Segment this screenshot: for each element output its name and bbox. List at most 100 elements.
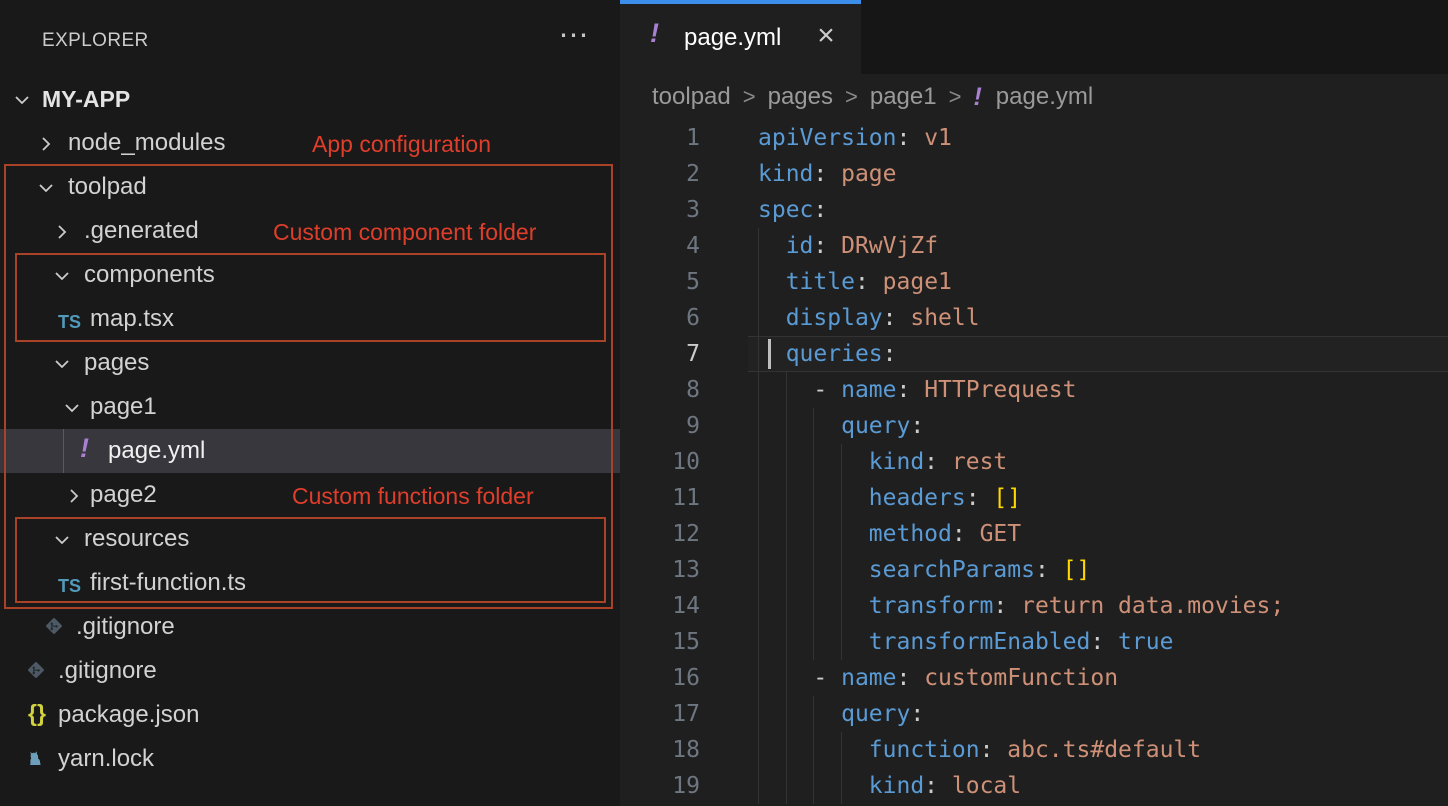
code-line-12[interactable]: 12 method: GET [620, 516, 1448, 552]
item-label: package.json [58, 701, 199, 729]
explorer-title: EXPLORER [42, 30, 149, 52]
tab-bar: ! page.yml × [620, 0, 1448, 74]
item-label: toolpad [68, 173, 147, 201]
git-icon [44, 616, 64, 636]
item-label: node_modules [68, 129, 225, 157]
tree-item-resources[interactable]: resources [0, 517, 620, 561]
breadcrumb: toolpad>pages>page1>!page.yml [652, 74, 1093, 120]
item-label: page.yml [108, 437, 205, 465]
line-number: 11 [620, 480, 700, 516]
tab-label: page.yml [684, 24, 781, 52]
line-number: 15 [620, 624, 700, 660]
code-line-14[interactable]: 14 transform: return data.movies; [620, 588, 1448, 624]
tree-item-page-yml[interactable]: ! page.yml [0, 429, 620, 473]
code-line-9[interactable]: 9 query: [620, 408, 1448, 444]
code-line-13[interactable]: 13 searchParams: [] [620, 552, 1448, 588]
tree-item-page2[interactable]: page2 Custom functions folder [0, 473, 620, 517]
code-editor[interactable]: 1apiVersion: v12kind: page3spec:4 id: DR… [620, 120, 1448, 806]
breadcrumb-separator-icon: > [937, 84, 974, 110]
line-number: 14 [620, 588, 700, 624]
more-actions-icon[interactable]: ⋯ [552, 18, 596, 54]
line-number: 8 [620, 372, 700, 408]
code-line-2[interactable]: 2kind: page [620, 156, 1448, 192]
line-number: 4 [620, 228, 700, 264]
yaml-file-icon: ! [650, 18, 659, 49]
code-line-17[interactable]: 17 query: [620, 696, 1448, 732]
line-number: 17 [620, 696, 700, 732]
breadcrumb-pages[interactable]: pages [768, 83, 833, 111]
chevron-down-icon [36, 178, 56, 198]
chevron-down-icon [52, 266, 72, 286]
explorer-header: EXPLORER ⋯ [0, 0, 620, 64]
breadcrumb-page.yml[interactable]: page.yml [996, 83, 1093, 111]
tree-item-page1[interactable]: page1 [0, 385, 620, 429]
git-icon [26, 660, 46, 680]
breadcrumb-separator-icon: > [833, 84, 870, 110]
code-line-18[interactable]: 18 function: abc.ts#default [620, 732, 1448, 768]
item-label: pages [84, 349, 149, 377]
code-line-19[interactable]: 19 kind: local [620, 768, 1448, 804]
tree-item-yarn-lock[interactable]: yarn.lock [0, 737, 620, 781]
tree-item--generated[interactable]: .generatedCustom component folder [0, 209, 620, 253]
code-line-15[interactable]: 15 transformEnabled: true [620, 624, 1448, 660]
item-label: components [84, 261, 215, 289]
typescript-icon: TS [58, 576, 80, 598]
chevron-right-icon [64, 486, 84, 506]
chevron-down-icon [12, 90, 32, 110]
tab-page-yml[interactable]: ! page.yml × [620, 0, 861, 74]
chevron-right-icon [52, 222, 72, 242]
json-icon: {} [28, 700, 50, 722]
code-line-8[interactable]: 8 - name: HTTPrequest [620, 372, 1448, 408]
breadcrumb-separator-icon: > [731, 84, 768, 110]
line-number: 7 [620, 336, 700, 372]
code-line-5[interactable]: 5 title: page1 [620, 264, 1448, 300]
item-label: map.tsx [90, 305, 174, 333]
yarn-icon [26, 748, 46, 768]
line-number: 16 [620, 660, 700, 696]
line-number: 10 [620, 444, 700, 480]
code-line-6[interactable]: 6 display: shell [620, 300, 1448, 336]
tree-item-toolpad[interactable]: toolpad [0, 165, 620, 209]
tab-close-icon[interactable]: × [808, 18, 844, 54]
red-annotation-text: Custom component folder [273, 219, 536, 246]
line-number: 13 [620, 552, 700, 588]
code-line-1[interactable]: 1apiVersion: v1 [620, 120, 1448, 156]
code-line-10[interactable]: 10 kind: rest [620, 444, 1448, 480]
tree-item-package-json[interactable]: {} package.json [0, 693, 620, 737]
chevron-down-icon [52, 354, 72, 374]
line-number: 1 [620, 120, 700, 156]
tree-item-first-function-ts[interactable]: TS first-function.ts [0, 561, 620, 605]
code-line-3[interactable]: 3spec: [620, 192, 1448, 228]
chevron-down-icon [62, 398, 82, 418]
line-number: 9 [620, 408, 700, 444]
tree-root-my-app[interactable]: MY-APP [0, 77, 620, 121]
typescript-icon: TS [58, 312, 80, 334]
item-label: resources [84, 525, 189, 553]
yaml-file-icon: ! [80, 433, 102, 455]
breadcrumb-toolpad[interactable]: toolpad [652, 83, 731, 111]
code-line-11[interactable]: 11 headers: [] [620, 480, 1448, 516]
breadcrumb-page1[interactable]: page1 [870, 83, 937, 111]
tree-item-pages[interactable]: pages [0, 341, 620, 385]
root-label: MY-APP [42, 86, 130, 113]
editor-pane: ! page.yml × toolpad>pages>page1>!page.y… [620, 0, 1448, 806]
tree-item--gitignore[interactable]: .gitignore [0, 605, 620, 649]
code-line-7[interactable]: 7 queries: [620, 336, 1448, 372]
item-label: .gitignore [76, 613, 175, 641]
tree-item-node-modules[interactable]: node_modules App configuration [0, 121, 620, 165]
explorer-sidebar: EXPLORER ⋯ MY-APP node_modules App configu… [0, 0, 620, 806]
red-annotation-text: App configuration [312, 131, 491, 158]
tree-item-map-tsx[interactable]: TS map.tsx [0, 297, 620, 341]
tree-indent-guide [63, 429, 64, 473]
code-line-4[interactable]: 4 id: DRwVjZf [620, 228, 1448, 264]
red-annotation-text: Custom functions folder [292, 483, 534, 510]
chevron-down-icon [52, 530, 72, 550]
item-label: page2 [90, 481, 157, 509]
tree-item-components[interactable]: components [0, 253, 620, 297]
item-label: first-function.ts [90, 569, 246, 597]
tree-item--gitignore[interactable]: .gitignore [0, 649, 620, 693]
code-line-16[interactable]: 16 - name: customFunction [620, 660, 1448, 696]
line-number: 19 [620, 768, 700, 804]
chevron-right-icon [36, 134, 56, 154]
line-number: 12 [620, 516, 700, 552]
